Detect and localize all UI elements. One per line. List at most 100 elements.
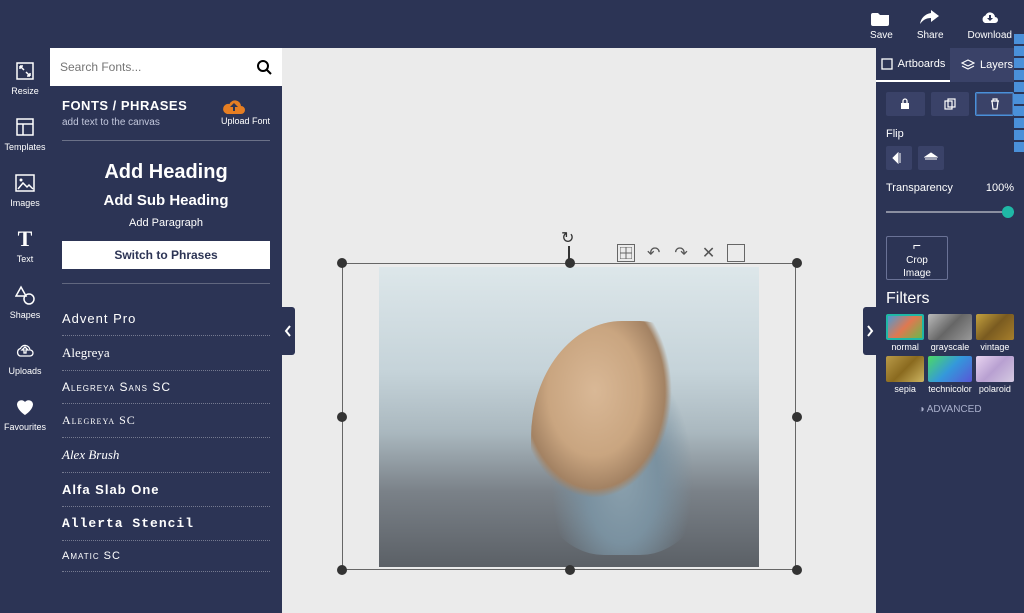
resize-handle-nw[interactable] — [337, 258, 347, 268]
sidebar-item-uploads[interactable]: Uploads — [4, 334, 46, 382]
save-label: Save — [870, 30, 893, 41]
sidebar-item-text[interactable]: T Text — [4, 222, 46, 270]
shapes-icon — [14, 284, 36, 306]
upload-font-label: Upload Font — [221, 116, 270, 126]
artboards-icon — [881, 58, 893, 70]
sidebar-item-shapes[interactable]: Shapes — [4, 278, 46, 326]
transparency-slider[interactable] — [886, 204, 1014, 220]
sidebar-item-resize[interactable]: Resize — [4, 54, 46, 102]
duplicate-button[interactable] — [931, 92, 970, 116]
font-item[interactable]: Amatic SC — [62, 541, 270, 572]
font-item[interactable]: Alfa Slab One — [62, 473, 270, 507]
filter-label: normal — [891, 342, 919, 352]
advanced-toggle[interactable]: ◑ ADVANCED — [886, 404, 1014, 415]
selection-bounds[interactable] — [342, 263, 796, 570]
download-label: Download — [968, 30, 1012, 41]
save-button[interactable]: Save — [870, 8, 893, 41]
font-item[interactable]: Allerta Stencil — [62, 507, 270, 541]
ruler-edge — [1014, 34, 1024, 154]
collapse-right-button[interactable] — [863, 307, 877, 355]
filters-label: Filters — [886, 290, 1014, 308]
sidebar-item-label: Templates — [4, 142, 45, 152]
search-input[interactable] — [60, 60, 256, 74]
filter-sepia[interactable]: sepia — [886, 356, 924, 394]
filter-label: polaroid — [979, 384, 1011, 394]
resize-icon — [14, 60, 36, 82]
close-button[interactable]: ✕ — [700, 243, 717, 263]
flip-horizontal-button[interactable] — [886, 146, 912, 170]
filter-thumb — [976, 314, 1014, 340]
grid-toggle-button[interactable] — [617, 244, 635, 262]
share-icon — [920, 8, 940, 28]
font-item[interactable]: Alex Brush — [62, 438, 270, 473]
resize-handle-se[interactable] — [792, 565, 802, 575]
images-icon — [14, 172, 36, 194]
filter-technicolor[interactable]: technicolor — [928, 356, 972, 394]
transparency-value: 100% — [986, 182, 1014, 194]
add-paragraph-button[interactable]: Add Paragraph — [62, 213, 270, 233]
sidebar-item-favourites[interactable]: Favourites — [4, 390, 46, 438]
undo-button[interactable]: ↶ — [645, 243, 662, 263]
sidebar-item-label: Favourites — [4, 422, 46, 432]
filter-normal[interactable]: normal — [886, 314, 924, 352]
crop-image-button[interactable]: ⌐ Crop Image — [886, 236, 948, 280]
resize-handle-w[interactable] — [337, 412, 347, 422]
add-heading-button[interactable]: Add Heading — [62, 157, 270, 188]
font-item[interactable]: Alegreya — [62, 336, 270, 371]
upload-font-button[interactable]: Upload Font — [221, 98, 270, 126]
resize-handle-sw[interactable] — [337, 565, 347, 575]
filter-label: vintage — [980, 342, 1009, 352]
tool-sidebar: Resize Templates Images T Text Shapes Up… — [0, 48, 50, 613]
filter-grayscale[interactable]: grayscale — [928, 314, 972, 352]
resize-handle-s[interactable] — [565, 565, 575, 575]
tab-label: Artboards — [898, 58, 946, 70]
sidebar-item-images[interactable]: Images — [4, 166, 46, 214]
font-item[interactable]: Alegreya SC — [62, 404, 270, 438]
selection-toolbar: ↶ ↷ ✕ — [617, 243, 745, 263]
filter-thumb — [976, 356, 1014, 382]
slider-track — [886, 211, 1014, 213]
search-icon[interactable] — [256, 59, 272, 75]
bounds-toggle-button[interactable] — [727, 244, 745, 262]
tab-artboards[interactable]: Artboards — [876, 48, 950, 82]
panel-title: FONTS / PHRASES — [62, 98, 187, 113]
filter-thumb — [928, 356, 972, 382]
search-row — [50, 48, 282, 86]
share-button[interactable]: Share — [917, 8, 944, 41]
collapse-left-button[interactable] — [281, 307, 295, 355]
resize-handle-ne[interactable] — [792, 258, 802, 268]
tab-layers[interactable]: Layers — [950, 48, 1024, 82]
add-subheading-button[interactable]: Add Sub Heading — [62, 188, 270, 213]
resize-handle-e[interactable] — [792, 412, 802, 422]
tab-label: Layers — [980, 59, 1013, 71]
resize-handle-n[interactable] — [565, 258, 575, 268]
slider-thumb[interactable] — [1002, 206, 1014, 218]
filter-vintage[interactable]: vintage — [976, 314, 1014, 352]
sidebar-item-label: Uploads — [8, 366, 41, 376]
font-list: Advent Pro Alegreya Alegreya Sans SC Ale… — [50, 294, 282, 572]
uploads-icon — [14, 340, 36, 362]
sidebar-item-label: Text — [17, 254, 34, 264]
lock-button[interactable] — [886, 92, 925, 116]
redo-button[interactable]: ↷ — [672, 243, 689, 263]
font-item[interactable]: Alegreya Sans SC — [62, 371, 270, 404]
flip-vertical-button[interactable] — [918, 146, 944, 170]
filter-polaroid[interactable]: polaroid — [976, 356, 1014, 394]
filter-label: grayscale — [931, 342, 970, 352]
switch-to-phrases-button[interactable]: Switch to Phrases — [62, 241, 270, 269]
filter-thumb — [886, 314, 924, 340]
filter-thumb — [886, 356, 924, 382]
delete-button[interactable] — [975, 92, 1014, 116]
sidebar-item-templates[interactable]: Templates — [4, 110, 46, 158]
font-item[interactable]: Advent Pro — [62, 302, 270, 336]
layers-icon — [961, 59, 975, 71]
crop-label-1: Crop — [906, 255, 928, 266]
canvas[interactable]: ↻ ↶ ↷ ✕ — [282, 48, 876, 613]
download-button[interactable]: Download — [968, 8, 1012, 41]
filter-label: technicolor — [928, 384, 972, 394]
filter-label: sepia — [894, 384, 916, 394]
panel-header-block: FONTS / PHRASES add text to the canvas U… — [50, 86, 282, 294]
crop-icon: ⌐ — [913, 237, 921, 253]
properties-panel: Artboards Layers Flip Transparency 100% — [876, 48, 1024, 613]
rotate-handle[interactable]: ↻ — [561, 228, 574, 248]
